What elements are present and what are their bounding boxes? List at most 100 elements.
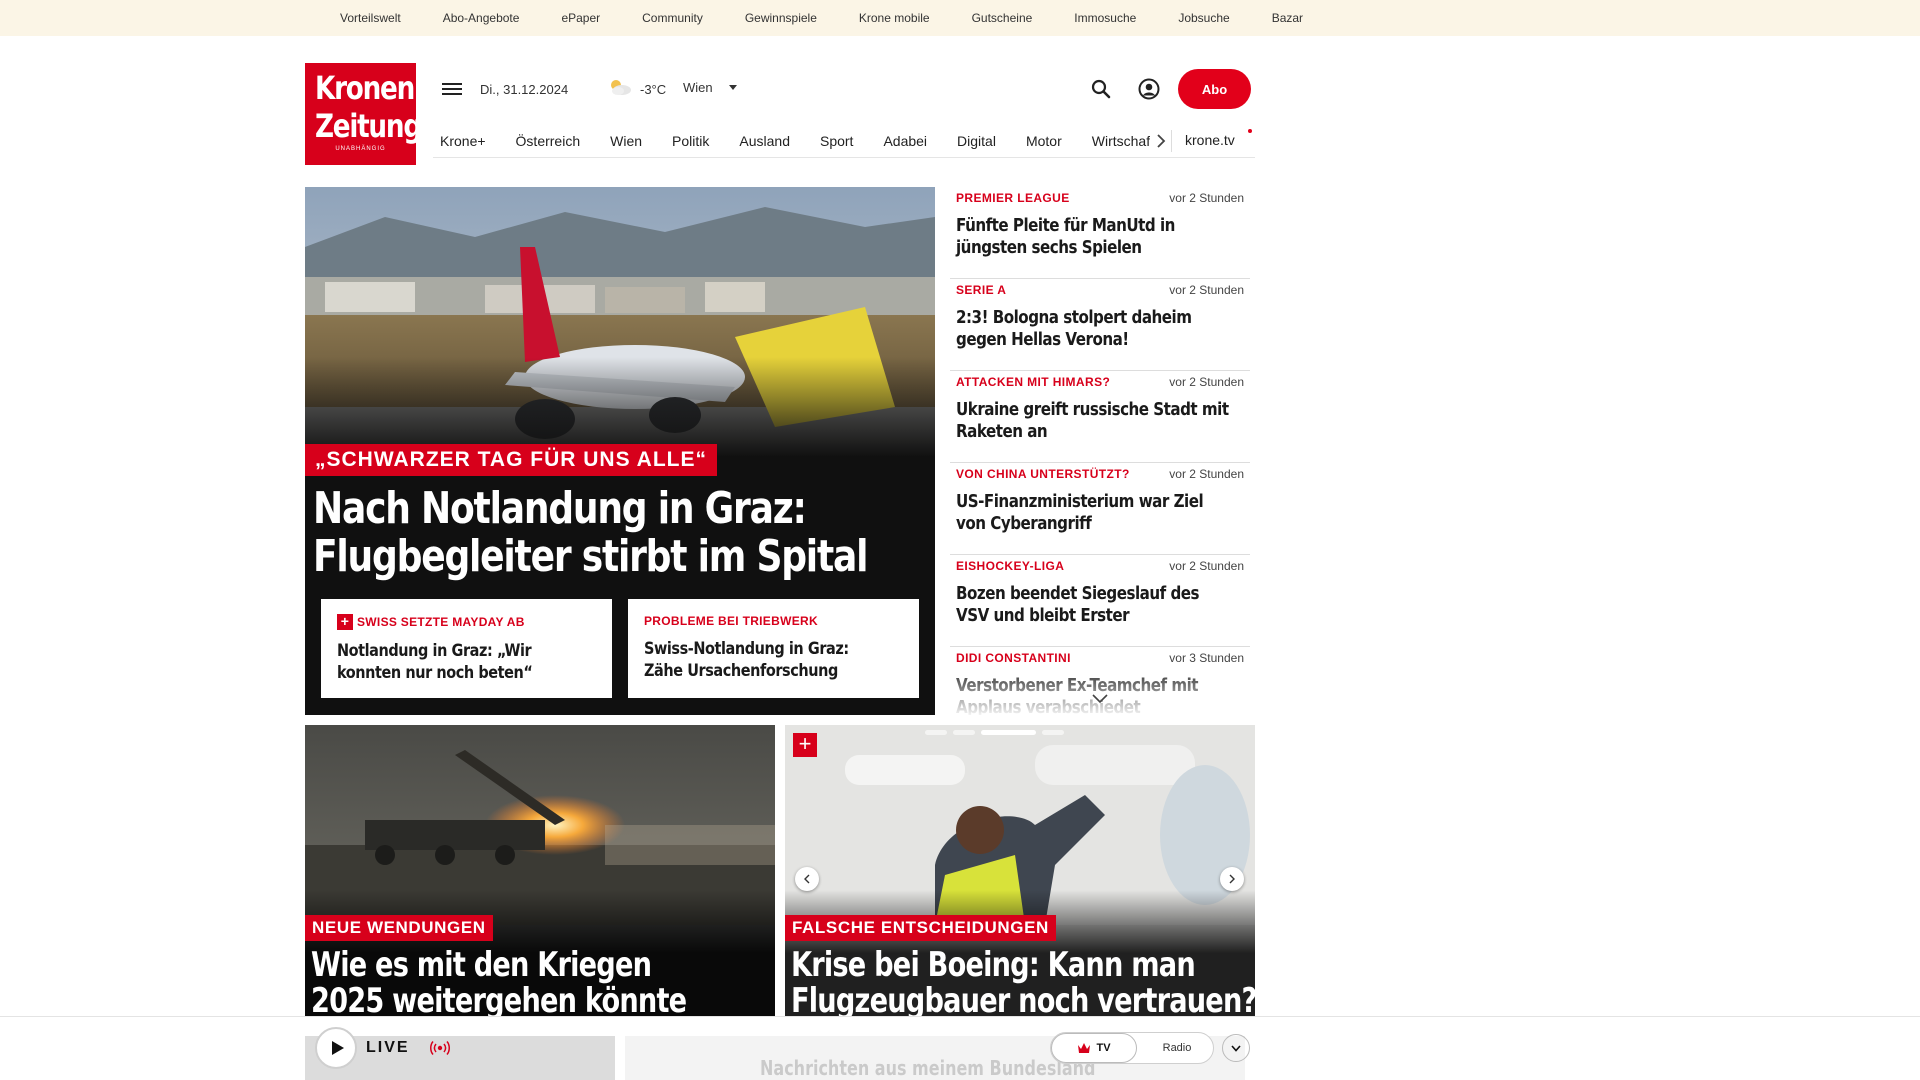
ticker-item[interactable]: PREMIER LEAGUE vor 2 Stunden Fünfte Plei… (950, 187, 1250, 279)
hero-headline-line-1: Nach Notlandung in Graz: (313, 483, 807, 534)
chevron-right-icon (1229, 874, 1235, 884)
user-account-icon[interactable] (1138, 78, 1160, 100)
ticker-timestamp: vor 2 Stunden (1169, 191, 1244, 205)
chevron-down-icon (1231, 1044, 1241, 1052)
nav-item-wien[interactable]: Wien (610, 133, 642, 149)
ticker-timestamp: vor 2 Stunden (1169, 283, 1244, 297)
nav-item-motor[interactable]: Motor (1026, 133, 1062, 149)
ticker-title-line-1: Fünfte Pleite für ManUtd in (956, 215, 1175, 236)
ticker-timestamp: vor 3 Stunden (1169, 651, 1244, 665)
slider-dot-active[interactable] (981, 730, 1036, 735)
krone-plus-icon: + (337, 614, 353, 630)
story-headline: Wie es mit den Kriegen 2025 weitergehen … (311, 945, 687, 1021)
search-icon[interactable] (1090, 78, 1112, 100)
story-headline-line-1: Krise bei Boeing: Kann man (791, 945, 1196, 985)
related-story-title: Swiss-Notlandung in Graz: Zähe Ursachenf… (644, 638, 864, 682)
ticker-title: Fünfte Pleite für ManUtd in jüngsten sec… (956, 215, 1198, 259)
ticker-title-line-2: Applaus verabschiedet (956, 697, 1141, 715)
main-navigation: Krone+ Österreich Wien Politik Ausland S… (433, 124, 1255, 158)
related-story-title: Notlandung in Graz: „Wir konnten nur noc… (337, 640, 557, 684)
utility-link-gutscheine[interactable]: Gutscheine (972, 11, 1033, 25)
player-expand-button[interactable] (1222, 1034, 1250, 1062)
logo-tagline: UNABHÄNGIG (335, 146, 386, 152)
chevron-down-icon[interactable] (1092, 694, 1108, 704)
ticker-item[interactable]: EISHOCKEY-LIGA vor 2 Stunden Bozen beend… (950, 555, 1250, 647)
city-select[interactable]: Wien (683, 80, 737, 95)
utility-link-epaper[interactable]: ePaper (561, 11, 600, 25)
nav-item-politik[interactable]: Politik (672, 133, 709, 149)
ticker-title-line-1: Ukraine greift russische Stadt mit (956, 399, 1229, 420)
ticker-title: Bozen beendet Siegeslauf des VSV und ble… (956, 583, 1200, 627)
ticker-title-line-1: Bozen beendet Siegeslauf des (956, 583, 1200, 604)
slider-dot[interactable] (953, 730, 975, 735)
nav-item-ausland[interactable]: Ausland (739, 133, 790, 149)
ticker-title: 2:3! Bologna stolpert daheim gegen Hella… (956, 307, 1198, 351)
utility-link-jobsuche[interactable]: Jobsuche (1178, 11, 1229, 25)
related-story-title-line-2: konnten nur noch beten“ (337, 663, 533, 683)
utility-link-gewinnspiele[interactable]: Gewinnspiele (745, 11, 817, 25)
tv-toggle-label: TV (1096, 1042, 1111, 1054)
current-date: Di., 31.12.2024 (480, 82, 569, 97)
related-story-kicker-text: SWISS SETZTE MAYDAY AB (357, 615, 525, 629)
related-story-kicker: PROBLEME BEI TRIEBWERK (644, 614, 903, 628)
story-slider-boeing[interactable]: + FALSCHE ENTSCHEIDUNGEN Krise bei Boein… (785, 725, 1255, 1023)
ticker-title-line-2: von Cyberangriff (956, 513, 1092, 534)
slider-dot[interactable] (925, 730, 947, 735)
chevron-left-icon (804, 874, 810, 884)
ticker-timestamp: vor 2 Stunden (1169, 375, 1244, 389)
hero-headline-line-2: Flugbegleiter stirbt im Spital (313, 531, 868, 582)
utility-link-community[interactable]: Community (642, 11, 703, 25)
ticker-title-line-2: jüngsten sechs Spielen (956, 237, 1142, 258)
utility-link-abo-angebote[interactable]: Abo-Angebote (443, 11, 520, 25)
ticker-title-line-2: Raketen an (956, 421, 1048, 442)
utility-link-immosuche[interactable]: Immosuche (1074, 11, 1136, 25)
nav-item-krone-plus[interactable]: Krone+ (440, 133, 486, 149)
slider-dot[interactable] (1042, 730, 1064, 735)
utility-link-krone-mobile[interactable]: Krone mobile (859, 11, 930, 25)
slider-prev-button[interactable] (795, 867, 819, 891)
related-story-title-line-1: Swiss-Notlandung in Graz: (644, 639, 849, 659)
chevron-down-icon (728, 85, 737, 90)
utility-links: Vorteilswelt Abo-Angebote ePaper Communi… (340, 0, 1345, 36)
nav-item-digital[interactable]: Digital (957, 133, 996, 149)
ticker-item[interactable]: SERIE A vor 2 Stunden 2:3! Bologna stolp… (950, 279, 1250, 371)
nav-scroll-right-button[interactable] (1150, 130, 1172, 152)
ticker-item[interactable]: VON CHINA UNTERSTÜTZT? vor 2 Stunden US-… (950, 463, 1250, 555)
nav-item-oesterreich[interactable]: Österreich (516, 133, 581, 149)
ticker-title-line-2: VSV und bleibt Erster (956, 605, 1130, 626)
play-button[interactable] (315, 1027, 357, 1069)
slider-next-button[interactable] (1220, 867, 1244, 891)
nav-item-krone-tv[interactable]: krone.tv (1185, 132, 1235, 148)
story-card-kriege[interactable]: NEUE WENDUNGEN Wie es mit den Kriegen 20… (305, 725, 775, 1023)
ticker-item[interactable]: ATTACKEN MIT HIMARS? vor 2 Stunden Ukrai… (950, 371, 1250, 463)
site-logo[interactable]: Kronen Zeitung UNABHÄNGIG (305, 63, 422, 165)
ticker-item[interactable]: DIDI CONSTANTINI vor 3 Stunden Verstorbe… (950, 647, 1250, 715)
abo-button[interactable]: Abo (1178, 69, 1251, 109)
utility-link-bazar[interactable]: Bazar (1272, 11, 1303, 25)
story-headline-line-1: Wie es mit den Kriegen (311, 945, 652, 985)
partly-cloudy-icon (611, 80, 631, 95)
slider-pagination (925, 730, 1070, 735)
nav-item-sport[interactable]: Sport (820, 133, 853, 149)
nav-item-adabei[interactable]: Adabei (883, 133, 927, 149)
ticker-title: US-Finanzministerium war Ziel von Cybera… (956, 491, 1204, 535)
story-headline-line-2: 2025 weitergehen könnte (311, 981, 687, 1021)
hero-headline[interactable]: Nach Notlandung in Graz: Flugbegleiter s… (313, 483, 868, 582)
radio-toggle-option[interactable]: Radio (1141, 1033, 1213, 1063)
tv-toggle-option[interactable]: TV (1051, 1033, 1137, 1063)
utility-link-vorteilswelt[interactable]: Vorteilswelt (340, 11, 401, 25)
city-select-value: Wien (683, 80, 713, 95)
related-story-kicker-text: PROBLEME BEI TRIEBWERK (644, 614, 818, 628)
nav-items: Krone+ Österreich Wien Politik Ausland S… (440, 124, 1150, 158)
menu-icon[interactable] (442, 80, 462, 98)
related-story-card[interactable]: PROBLEME BEI TRIEBWERK Swiss-Notlandung … (628, 599, 919, 698)
nav-item-wirtschaft[interactable]: Wirtschaft (1092, 133, 1150, 149)
live-indicator-dot (1248, 129, 1252, 133)
utility-bar: Vorteilswelt Abo-Angebote ePaper Communi… (0, 0, 1920, 36)
related-story-card[interactable]: + SWISS SETZTE MAYDAY AB Notlandung in G… (321, 599, 612, 698)
hero-photo-airplane (305, 187, 935, 457)
news-ticker: PREMIER LEAGUE vor 2 Stunden Fünfte Plei… (950, 187, 1250, 715)
logo-line-1: Kronen (314, 69, 415, 107)
tv-radio-toggle: TV Radio (1050, 1032, 1214, 1064)
hero-story[interactable]: „SCHWARZER TAG FÜR UNS ALLE“ Nach Notlan… (305, 187, 935, 715)
